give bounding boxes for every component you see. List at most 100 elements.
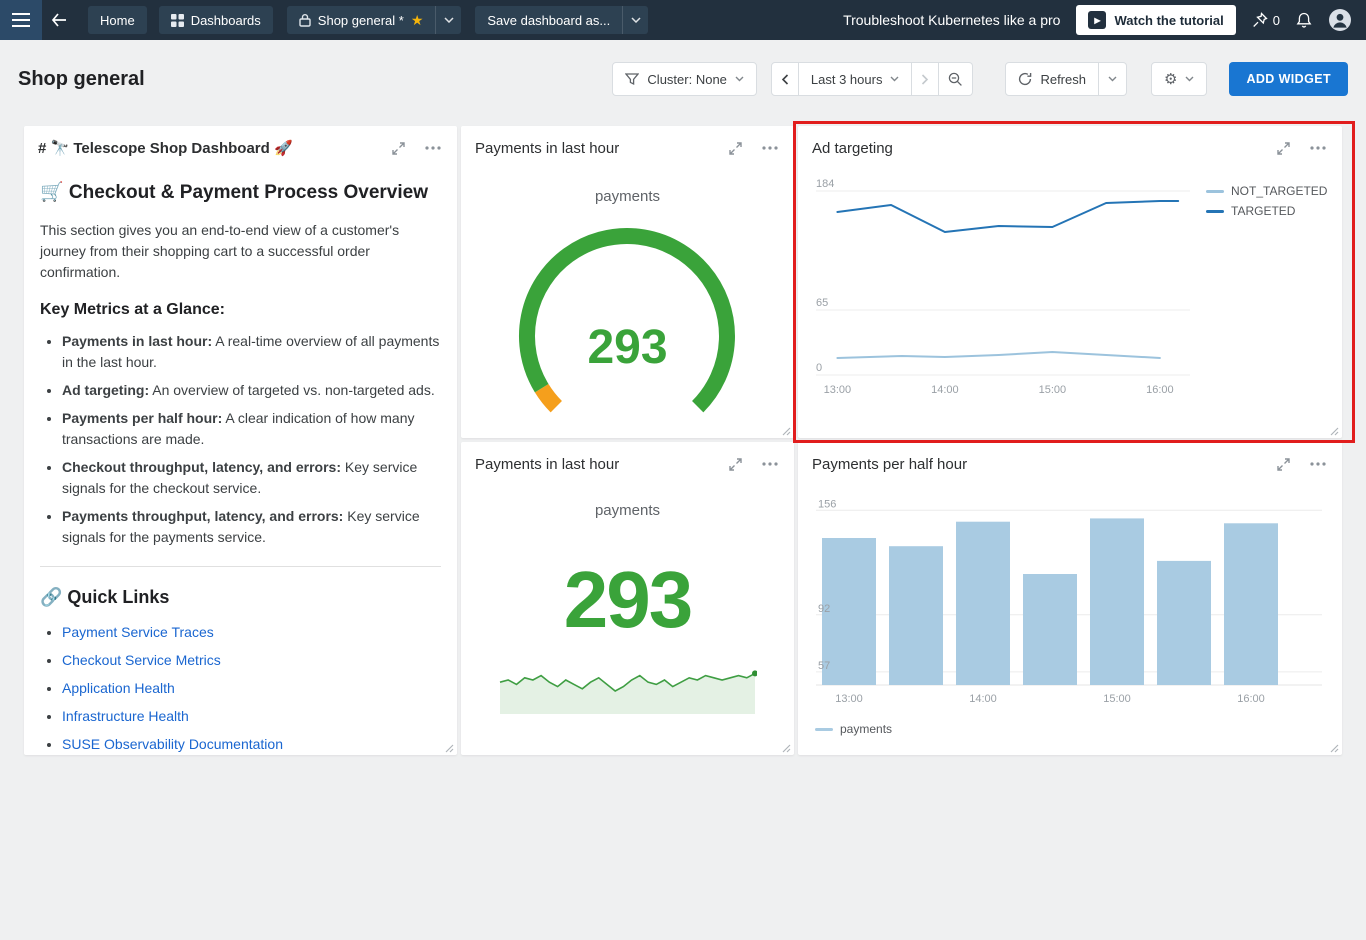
legend-item[interactable]: payments — [815, 722, 892, 736]
widget-menu-button[interactable] — [1308, 460, 1328, 468]
chevron-down-icon — [631, 17, 641, 23]
quick-link[interactable]: Application Health — [62, 680, 175, 696]
metrics-list: Payments in last hour: A real-time overv… — [40, 331, 441, 548]
divider — [40, 566, 441, 567]
widget-header: Payments in last hour — [461, 442, 794, 486]
resize-handle[interactable] — [782, 744, 791, 753]
widget-menu-button[interactable] — [1308, 144, 1328, 152]
svg-text:14:00: 14:00 — [969, 693, 997, 705]
favorite-star-icon: ★ — [411, 13, 424, 27]
quick-links-heading: 🔗 Quick Links — [40, 587, 441, 608]
expand-widget-button[interactable] — [727, 456, 744, 473]
dashboard-settings-button[interactable]: ⚙ — [1151, 62, 1207, 96]
dashboards-grid-icon — [171, 14, 184, 27]
metric-item: Ad targeting: An overview of targeted vs… — [62, 380, 441, 401]
chevron-down-icon — [1185, 76, 1194, 82]
hamburger-menu-button[interactable] — [0, 0, 42, 40]
promo-text: Troubleshoot Kubernetes like a pro — [843, 12, 1060, 28]
widget-payments-number: Payments in last hour payments 293 — [461, 442, 794, 755]
legend-swatch — [1206, 190, 1224, 193]
payments-spark-svg — [498, 656, 757, 714]
quick-link-item: Checkout Service Metrics — [62, 650, 441, 671]
metric-item: Payments throughput, latency, and errors… — [62, 506, 441, 548]
quick-link[interactable]: Payment Service Traces — [62, 624, 214, 640]
play-icon: ▶ — [1088, 11, 1106, 29]
dashboards-label: Dashboards — [191, 13, 261, 28]
svg-text:184: 184 — [816, 178, 834, 190]
metric-item: Payments per half hour: A clear indicati… — [62, 408, 441, 450]
user-avatar-button[interactable] — [1328, 8, 1352, 32]
chevron-down-icon — [735, 76, 744, 82]
back-button[interactable] — [42, 0, 76, 40]
dashboard-name: Shop general * — [318, 13, 404, 28]
resize-handle[interactable] — [1330, 744, 1339, 753]
payments-gauge-value: 293 — [461, 320, 794, 375]
svg-text:15:00: 15:00 — [1103, 693, 1131, 705]
refresh-options-chevron[interactable] — [1099, 62, 1127, 96]
ellipsis-icon — [425, 146, 441, 150]
widget-header: Payments in last hour — [461, 126, 794, 170]
zoom-out-time-button[interactable] — [939, 62, 973, 96]
home-button[interactable]: Home — [88, 6, 147, 34]
markdown-content: 🛒 Checkout & Payment Process Overview Th… — [24, 180, 457, 755]
save-as-label: Save dashboard as... — [487, 13, 610, 28]
save-dashboard-chevron[interactable] — [622, 6, 648, 34]
quick-link[interactable]: SUSE Observability Documentation — [62, 736, 283, 752]
expand-widget-button[interactable] — [727, 140, 744, 157]
widget-overview-card: # 🔭 Telescope Shop Dashboard 🚀 🛒 Checkou… — [24, 126, 457, 755]
expand-icon — [729, 458, 742, 471]
svg-text:14:00: 14:00 — [931, 384, 959, 396]
svg-text:57: 57 — [818, 660, 830, 672]
svg-text:65: 65 — [816, 297, 828, 309]
overview-heading: 🛒 Checkout & Payment Process Overview — [40, 180, 441, 204]
add-widget-button[interactable]: ADD WIDGET — [1229, 62, 1348, 96]
widget-menu-button[interactable] — [760, 460, 780, 468]
svg-text:0: 0 — [816, 362, 822, 374]
refresh-button[interactable]: Refresh — [1005, 62, 1099, 96]
time-next-button[interactable] — [912, 62, 939, 96]
legend-label: payments — [840, 722, 892, 736]
avatar — [1328, 8, 1352, 32]
watch-tutorial-button[interactable]: ▶ Watch the tutorial — [1076, 5, 1235, 35]
widget-header: # 🔭 Telescope Shop Dashboard 🚀 — [24, 126, 457, 170]
dashboard-switcher-chevron[interactable] — [435, 6, 461, 34]
expand-widget-button[interactable] — [1275, 140, 1292, 157]
svg-text:92: 92 — [818, 603, 830, 615]
widget-menu-button[interactable] — [760, 144, 780, 152]
cluster-filter-label: Cluster: None — [647, 72, 726, 87]
ellipsis-icon — [1310, 146, 1326, 150]
current-dashboard-button[interactable]: Shop general * ★ — [287, 6, 436, 34]
pinned-items-button[interactable]: 0 — [1252, 12, 1280, 28]
widget-menu-button[interactable] — [423, 144, 443, 152]
notifications-button[interactable] — [1296, 12, 1312, 29]
save-dashboard-as-button[interactable]: Save dashboard as... — [475, 6, 622, 34]
legend-item[interactable]: NOT_TARGETED — [1206, 184, 1327, 198]
quick-link[interactable]: Checkout Service Metrics — [62, 652, 221, 668]
pushpin-icon — [1252, 12, 1268, 28]
refresh-label: Refresh — [1040, 72, 1086, 87]
quick-link-item: SUSE Observability Documentation — [62, 734, 441, 755]
svg-text:156: 156 — [818, 498, 836, 510]
home-label: Home — [100, 13, 135, 28]
topbar-right: Troubleshoot Kubernetes like a pro ▶ Wat… — [843, 5, 1366, 35]
cluster-filter-button[interactable]: Cluster: None — [612, 62, 756, 96]
widget-title: Payments in last hour — [475, 140, 619, 157]
expand-widget-button[interactable] — [390, 140, 407, 157]
quick-link[interactable]: Infrastructure Health — [62, 708, 189, 724]
ad-targeting-legend: NOT_TARGETED TARGETED — [1206, 184, 1327, 218]
widget-payments-gauge: Payments in last hour payments 293 — [461, 126, 794, 438]
resize-handle[interactable] — [782, 427, 791, 436]
ellipsis-icon — [762, 146, 778, 150]
resize-handle[interactable] — [445, 744, 454, 753]
legend-item[interactable]: TARGETED — [1206, 204, 1327, 218]
topbar: Home Dashboards Shop general * ★ Save da… — [0, 0, 1366, 40]
ellipsis-icon — [1310, 462, 1326, 466]
widget-header: Ad targeting — [798, 126, 1342, 170]
chevron-down-icon — [444, 17, 454, 23]
expand-widget-button[interactable] — [1275, 456, 1292, 473]
payments-bar-svg: 156925713:0014:0015:0016:00 — [798, 484, 1342, 712]
time-prev-button[interactable] — [771, 62, 799, 96]
dashboards-button[interactable]: Dashboards — [159, 6, 273, 34]
resize-handle[interactable] — [1330, 427, 1339, 436]
time-range-button[interactable]: Last 3 hours — [799, 62, 913, 96]
